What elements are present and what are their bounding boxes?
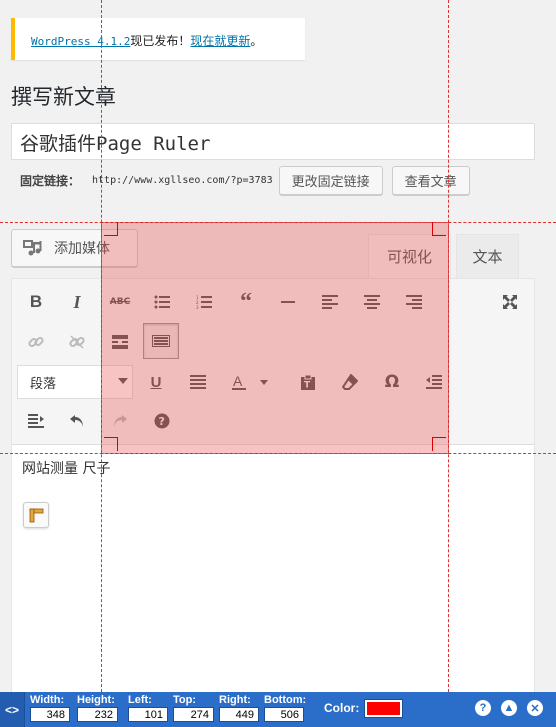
ruler-left-input[interactable]: 101 [128,707,168,722]
notice-end: 。 [250,34,263,48]
notice-text: 现已发布！ [130,34,191,48]
ruler-width-input[interactable]: 348 [30,707,70,722]
update-notice: WordPress 4.1.2现已发布！现在就更新。 [11,18,305,60]
ruler-bottom-field: Bottom: 506 [264,693,307,722]
ruler-left-field: Left: 101 [128,693,168,722]
ruler-right-label: Right: [219,694,251,706]
permalink-label: 固定链接： [20,173,81,188]
ruler-top-input[interactable]: 274 [173,707,214,722]
view-post-button[interactable]: 查看文章 [391,165,470,195]
bold-icon[interactable]: B [18,284,54,320]
ruler-handle-tl-mark [104,222,118,236]
ruler-toolbar: <> Width: 348 Height: 232 Left: 101 Top:… [0,692,556,727]
ruler-top-field: Top: 274 [173,693,214,722]
ruler-bottom-input[interactable]: 506 [264,707,304,722]
ruler-handle-bl-mark [104,437,118,451]
media-icon [23,240,42,256]
ruler-height-label: Height: [77,694,115,706]
edit-permalink-button[interactable]: 更改固定链接 [278,165,383,195]
permalink-row: 固定链接： http://www.xgllseo.com/?p=3783 更改固… [20,165,479,195]
remove-link-icon[interactable] [59,324,95,360]
insert-link-icon[interactable] [18,324,54,360]
ruler-close-icon[interactable]: ✕ [527,700,543,716]
italic-icon[interactable]: I [59,284,95,320]
ruler-bottom-label: Bottom: [264,694,307,706]
ruler-left-label: Left: [128,694,152,706]
ruler-handle-tr-mark [432,222,446,236]
ruler-dock-toggle-icon[interactable]: <> [0,692,25,727]
indent-icon[interactable] [18,403,54,439]
fullscreen-icon[interactable] [492,284,528,320]
ruler-dock-top-icon[interactable]: ▲ [501,700,517,716]
editor-content[interactable]: 网站测量 尺子 [22,458,110,478]
ruler-color-swatch [367,702,400,715]
ruler-color-label: Color: [324,701,360,715]
ruler-handle-br-mark [432,437,446,451]
update-now-link[interactable]: 现在就更新 [190,34,250,48]
undo-icon[interactable] [59,403,95,439]
permalink-url[interactable]: http://www.xgllseo.com/?p=3783 [92,175,273,186]
format-select-value: 段落 [30,376,57,392]
ruler-help-icon[interactable]: ? [475,700,491,716]
ruler-width-field: Width: 348 [30,693,70,722]
ruler-icon[interactable] [23,502,49,528]
ruler-height-field: Height: 232 [77,693,118,722]
wordpress-version-link[interactable]: WordPress 4.1.2 [31,35,130,48]
ruler-right-field: Right: 449 [219,693,259,722]
tab-text[interactable]: 文本 [456,234,519,278]
ruler-right-input[interactable]: 449 [219,707,259,722]
ruler-top-label: Top: [173,694,197,706]
ruler-width-label: Width: [30,694,65,706]
ruler-color-picker[interactable] [364,699,403,718]
ruler-selection[interactable] [101,222,449,454]
ruler-height-input[interactable]: 232 [77,707,118,722]
post-title-input[interactable]: 谷歌插件Page Ruler [11,123,535,160]
